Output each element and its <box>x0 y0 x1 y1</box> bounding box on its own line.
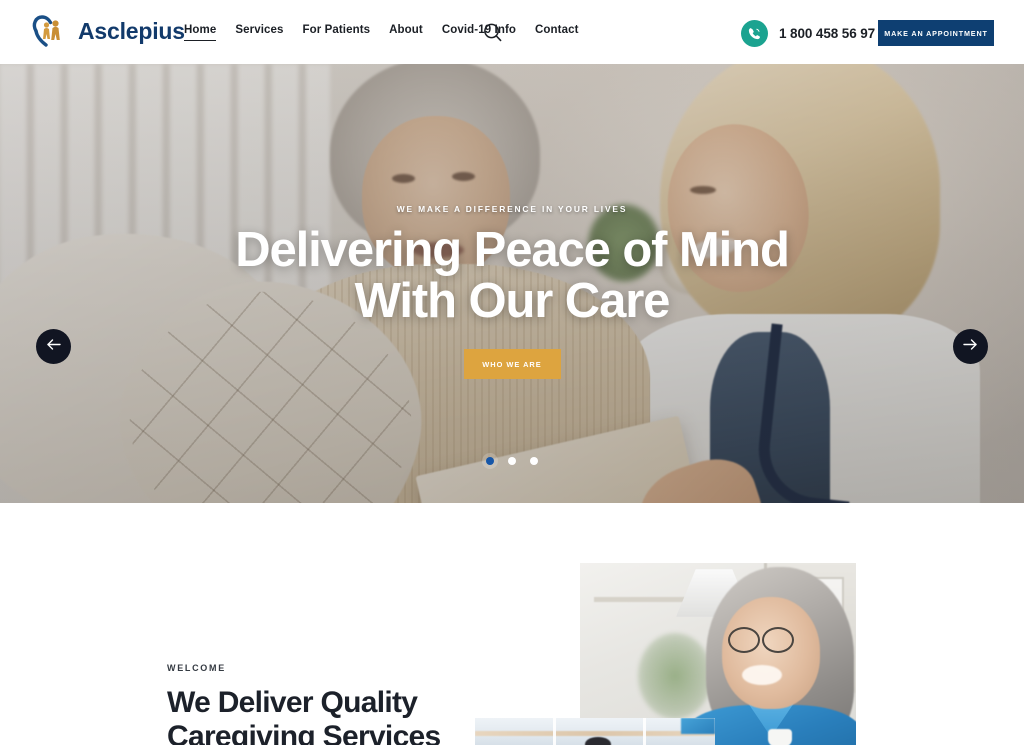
logo-text: Asclepius <box>78 17 185 44</box>
welcome-section: WELCOME We Deliver Quality Caregiving Se… <box>0 503 1024 745</box>
welcome-title: We Deliver Quality Caregiving Services <box>167 686 497 745</box>
carousel-prev-button[interactable] <box>36 329 71 364</box>
hero-content: WE MAKE A DIFFERENCE IN YOUR LIVES Deliv… <box>0 64 1024 503</box>
welcome-text-block: WELCOME We Deliver Quality Caregiving Se… <box>167 663 497 745</box>
search-icon[interactable] <box>482 22 504 44</box>
make-appointment-button[interactable]: MAKE AN APPOINTMENT <box>878 20 994 46</box>
nav-item-covid-19-info[interactable]: Covid-19 Info <box>442 24 516 40</box>
carousel-dot-3[interactable] <box>530 457 538 465</box>
heart-family-logo-icon <box>30 11 70 51</box>
phone-contact[interactable]: 1 800 458 56 97 <box>741 20 875 47</box>
hero-title: Delivering Peace of Mind With Our Care <box>235 223 790 328</box>
who-we-are-button[interactable]: WHO WE ARE <box>463 349 561 379</box>
hero-title-line-1: Delivering Peace of Mind <box>235 223 790 277</box>
hero-carousel: WE MAKE A DIFFERENCE IN YOUR LIVES Deliv… <box>0 64 1024 503</box>
phone-icon <box>741 20 768 47</box>
arrow-left-icon <box>46 338 61 356</box>
hero-eyebrow: WE MAKE A DIFFERENCE IN YOUR LIVES <box>396 204 628 214</box>
main-navigation: Home Services For Patients About Covid-1… <box>184 24 579 41</box>
welcome-image-secondary <box>475 718 715 745</box>
welcome-eyebrow: WELCOME <box>167 663 226 673</box>
hero-title-line-2: With Our Care <box>354 274 671 328</box>
site-header: Asclepius Home Services For Patients Abo… <box>0 0 1024 64</box>
carousel-pagination <box>0 457 1024 465</box>
welcome-title-line-2: Caregiving Services <box>167 720 441 745</box>
nav-item-services[interactable]: Services <box>235 24 283 40</box>
nav-item-about[interactable]: About <box>389 24 423 40</box>
nav-item-contact[interactable]: Contact <box>535 24 579 40</box>
nav-item-for-patients[interactable]: For Patients <box>302 24 370 40</box>
homepage: Asclepius Home Services For Patients Abo… <box>0 0 1024 745</box>
carousel-dot-1[interactable] <box>486 457 494 465</box>
nav-item-home[interactable]: Home <box>184 24 217 41</box>
phone-number[interactable]: 1 800 458 56 97 <box>779 26 875 41</box>
arrow-right-icon <box>963 338 978 356</box>
carousel-next-button[interactable] <box>953 329 988 364</box>
carousel-dot-2[interactable] <box>508 457 516 465</box>
site-logo[interactable]: Asclepius <box>30 11 185 51</box>
welcome-title-line-1: We Deliver Quality <box>167 686 418 719</box>
